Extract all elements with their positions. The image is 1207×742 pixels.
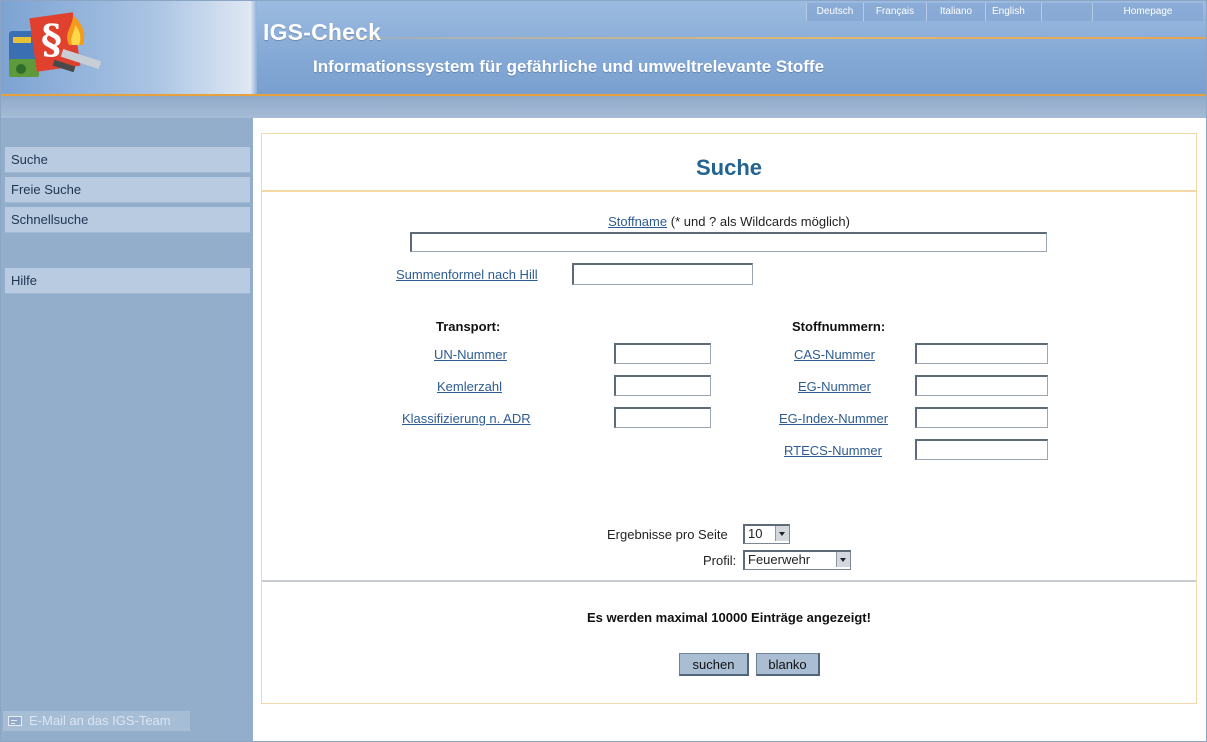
adr-klassifizierung-input[interactable] [614,407,711,428]
sidebar: Suche Freie Suche Schnellsuche Hilfe E-M… [1,118,253,741]
mail-icon [8,716,22,726]
stoffname-input[interactable] [410,232,1047,252]
email-team-link[interactable]: E-Mail an das IGS-Team [3,711,190,731]
kemlerzahl-link[interactable]: Kemlerzahl [437,379,502,394]
stoffnummern-heading: Stoffnummern: [792,319,886,334]
sidebar-item-suche[interactable]: Suche [5,147,250,173]
un-nummer-link[interactable]: UN-Nummer [434,347,507,362]
eg-nummer-input[interactable] [915,375,1048,396]
transport-heading: Transport: [436,319,501,334]
chevron-down-icon [836,552,850,567]
profile-select[interactable]: Feuerwehr [743,550,851,570]
results-per-page-select[interactable]: 10 [743,524,790,544]
lang-link-italiano[interactable]: Italiano [926,3,985,21]
app-window: § Deutsch Français Italiano English Home… [0,0,1207,742]
summenformel-link[interactable]: Summenformel nach Hill [396,267,538,282]
reset-button[interactable]: blanko [756,653,820,676]
sidebar-item-hilfe[interactable]: Hilfe [5,268,250,294]
main-content: Suche Stoffname (* und ? als Wildcards m… [253,118,1206,741]
eg-nummer-link[interactable]: EG-Nummer [798,379,871,394]
results-per-page-value: 10 [748,526,763,541]
app-title: IGS-Check [263,19,382,45]
stoffname-hint: (* und ? als Wildcards möglich) [670,214,850,229]
email-team-label: E-Mail an das IGS-Team [29,713,171,728]
page-title: Suche [695,155,763,180]
subheader-bar [1,96,1206,118]
header: § Deutsch Français Italiano English Home… [1,1,1206,94]
language-bar: Deutsch Français Italiano English Homepa… [806,3,1203,21]
lang-link-english[interactable]: English [985,3,1041,21]
eg-index-nummer-link[interactable]: EG-Index-Nummer [779,411,888,426]
title-divider [262,190,1196,192]
app-subtitle: Informationssystem für gefährliche und u… [313,57,825,76]
stoffname-label-row: Stoffname (* und ? als Wildcards möglich… [262,214,1196,229]
kemlerzahl-input[interactable] [614,375,711,396]
cas-nummer-link[interactable]: CAS-Nummer [794,347,875,362]
logo: § [1,1,251,94]
logo-graphic-icon: § [9,12,102,77]
profile-value: Feuerwehr [748,552,811,567]
svg-text:§: § [41,16,62,63]
adr-klassifizierung-link[interactable]: Klassifizierung n. ADR [402,411,531,426]
profile-label: Profil: [703,553,737,568]
rtecs-nummer-input[interactable] [915,439,1048,460]
un-nummer-input[interactable] [614,343,711,364]
sidebar-item-schnellsuche[interactable]: Schnellsuche [5,207,250,233]
summenformel-input[interactable] [572,263,753,285]
stoffname-link[interactable]: Stoffname [608,214,667,229]
logo-divider [251,1,257,94]
search-panel: Suche Stoffname (* und ? als Wildcards m… [261,133,1197,704]
cas-nummer-input[interactable] [915,343,1048,364]
chevron-down-icon [775,526,789,541]
form-divider [262,580,1196,582]
homepage-link[interactable]: Homepage [1092,3,1203,21]
rtecs-nummer-link[interactable]: RTECS-Nummer [784,443,882,458]
lang-bar-spacer [1041,3,1092,21]
search-button[interactable]: suchen [679,653,749,676]
max-results-note: Es werden maximal 10000 Einträge angezei… [587,610,871,625]
lang-link-francais[interactable]: Français [863,3,926,21]
lang-link-deutsch[interactable]: Deutsch [806,3,863,21]
sidebar-item-freie-suche[interactable]: Freie Suche [5,177,250,203]
eg-index-nummer-input[interactable] [915,407,1048,428]
results-per-page-label: Ergebnisse pro Seite [607,527,728,542]
header-rule [257,37,1206,39]
